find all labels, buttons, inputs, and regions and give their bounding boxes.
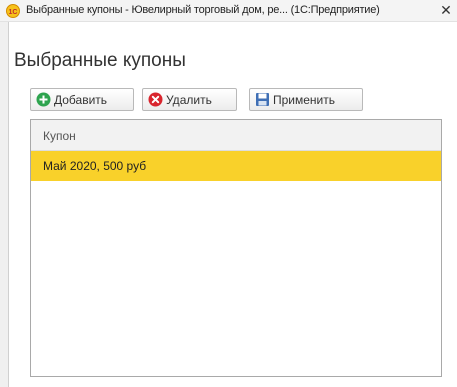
svg-text:1С: 1С (9, 9, 18, 16)
apply-button-label: Применить (273, 93, 336, 107)
apply-button[interactable]: Применить (249, 88, 363, 111)
save-icon (256, 93, 269, 106)
delete-button[interactable]: Удалить (142, 88, 237, 111)
x-circle-icon (148, 92, 163, 107)
table-header: Купон (31, 120, 441, 151)
coupons-table[interactable]: Купон Май 2020, 500 руб (30, 119, 442, 377)
cell-coupon: Май 2020, 500 руб (43, 159, 147, 173)
titlebar: 1С Выбранные купоны - Ювелирный торговый… (0, 0, 457, 22)
window-title: Выбранные купоны - Ювелирный торговый до… (26, 4, 380, 16)
left-scrollbar[interactable] (0, 22, 9, 387)
delete-button-label: Удалить (166, 93, 212, 107)
page-title: Выбранные купоны (14, 50, 186, 71)
close-icon[interactable]: ✕ (438, 2, 454, 18)
coupons-window: 1С Выбранные купоны - Ювелирный торговый… (0, 0, 457, 387)
column-header-coupon[interactable]: Купон (43, 129, 76, 143)
plus-circle-icon (36, 92, 51, 107)
1c-logo-icon: 1С (6, 4, 20, 18)
add-button[interactable]: Добавить (30, 88, 134, 111)
add-button-label: Добавить (54, 93, 108, 107)
table-row[interactable]: Май 2020, 500 руб (31, 151, 441, 181)
